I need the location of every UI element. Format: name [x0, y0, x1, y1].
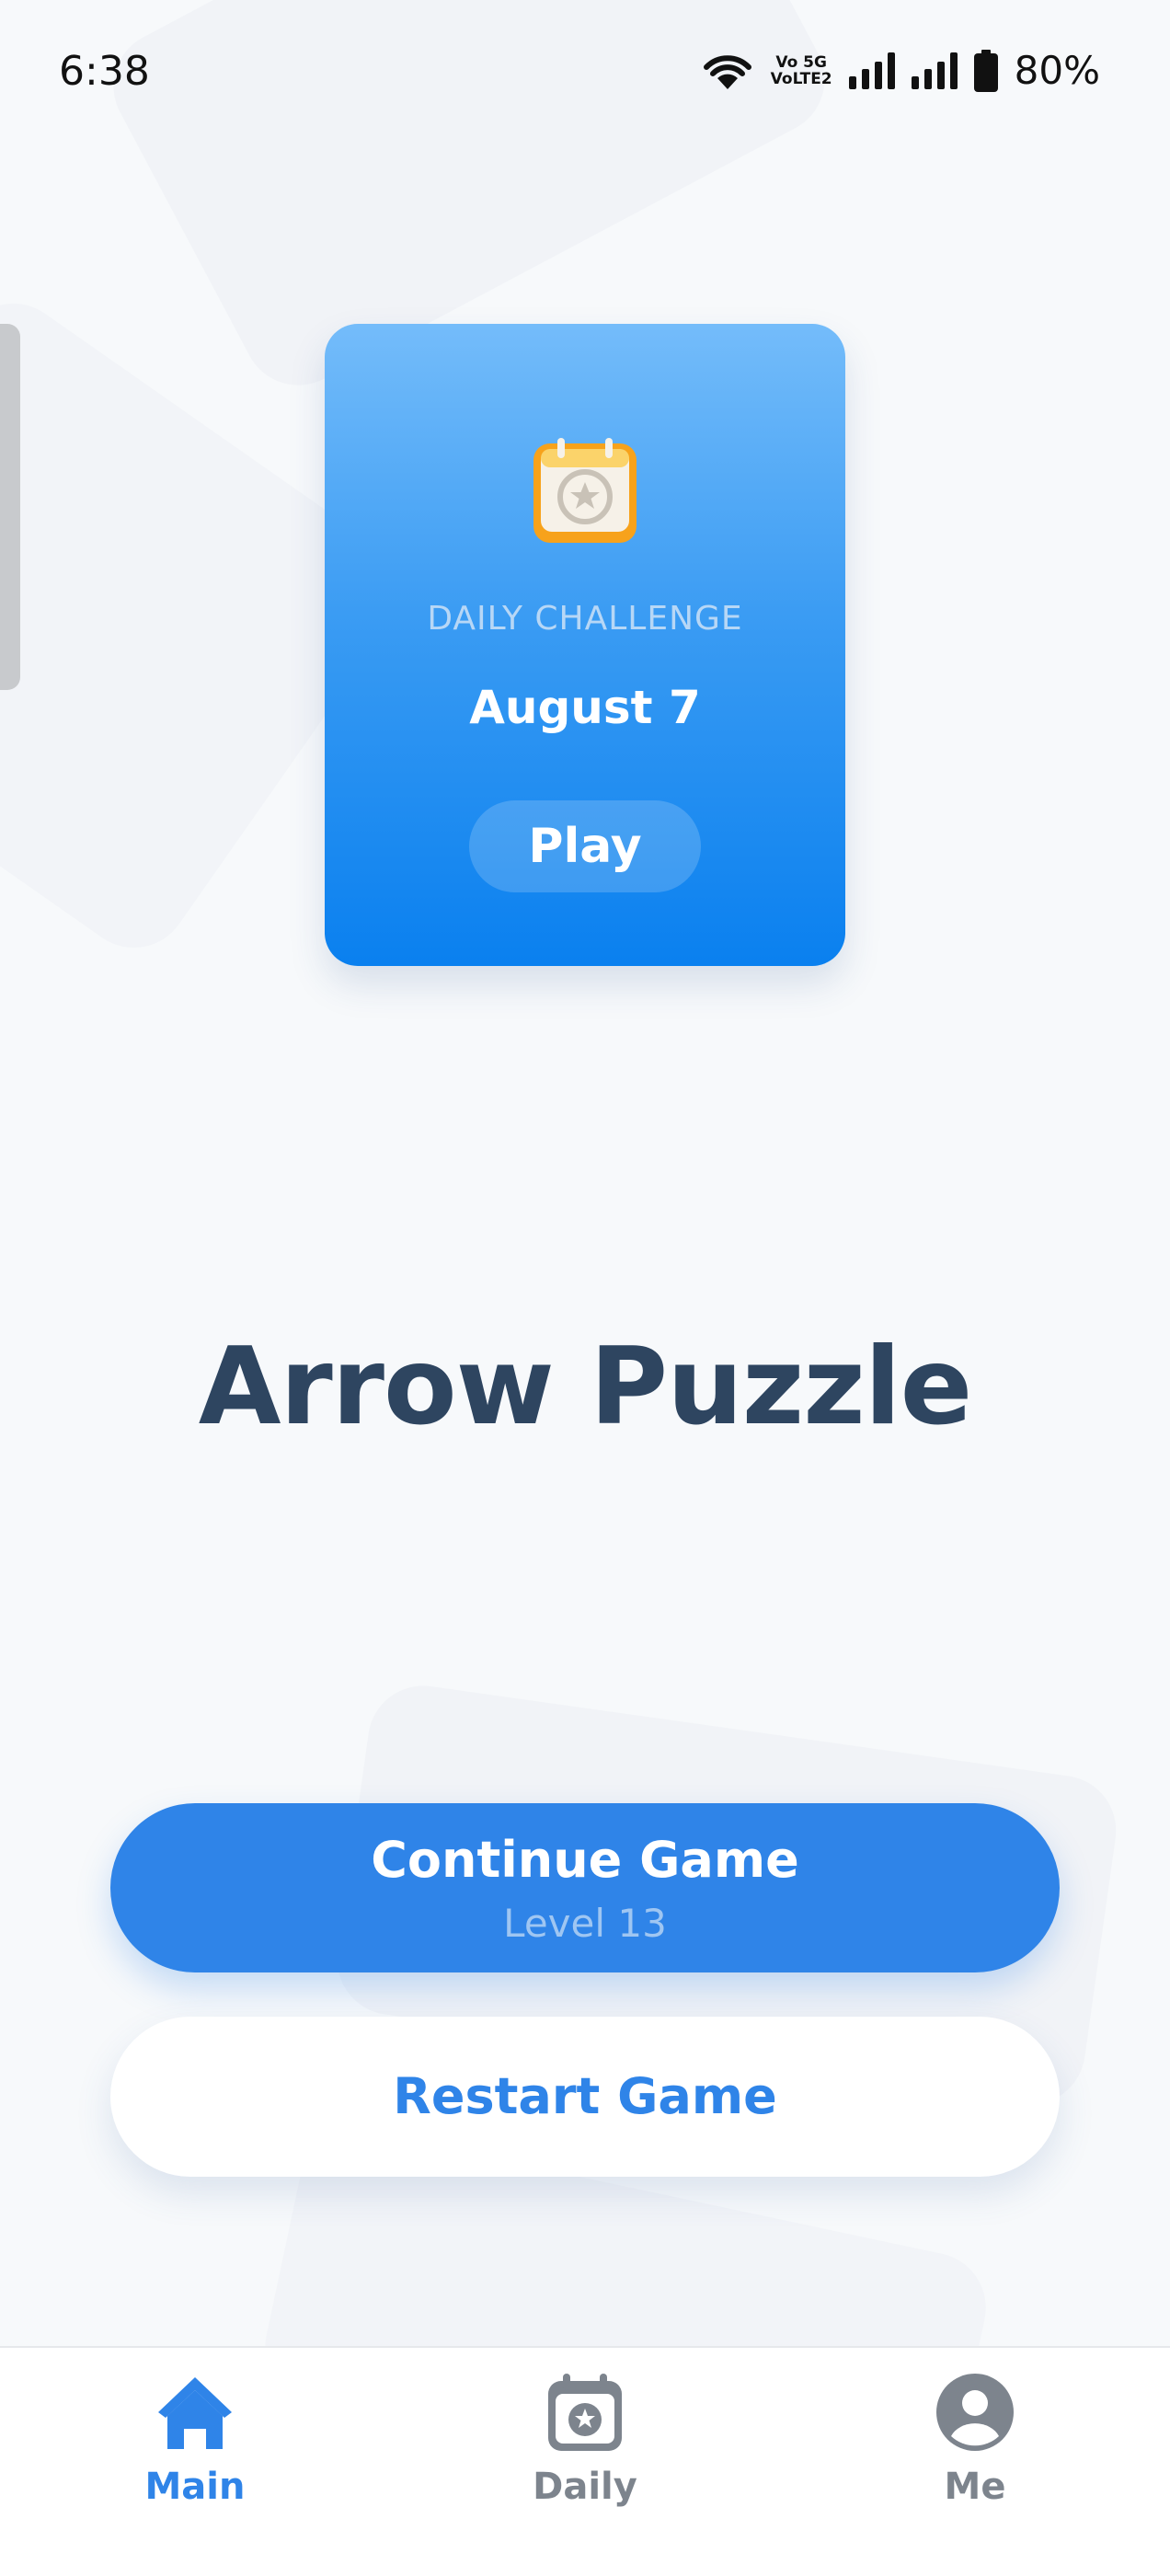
calendar-star-icon: [533, 438, 637, 543]
status-icons: Vo 5G VoLTE2 80%: [701, 48, 1100, 93]
daily-play-button[interactable]: Play: [469, 800, 701, 892]
continue-game-level: Level 13: [503, 1901, 667, 1946]
restart-game-button[interactable]: Restart Game: [110, 2017, 1060, 2177]
nav-item-daily[interactable]: Daily: [447, 2348, 723, 2576]
battery-percent: 80%: [1014, 48, 1100, 93]
signal-icon: [848, 52, 895, 89]
continue-game-label: Continue Game: [371, 1831, 799, 1889]
nav-label-daily: Daily: [533, 2466, 637, 2508]
home-icon: [158, 2377, 232, 2449]
status-time: 6:38: [59, 48, 150, 95]
daily-challenge-card[interactable]: DAILY CHALLENGE August 7 Play: [325, 324, 845, 966]
user-icon: [936, 2374, 1014, 2451]
side-panel-handle[interactable]: [0, 324, 20, 690]
nav-label-main: Main: [144, 2466, 246, 2508]
nav-item-me[interactable]: Me: [837, 2348, 1113, 2576]
calendar-star-icon: [548, 2374, 622, 2451]
status-bar: 6:38 Vo 5G VoLTE2 80%: [0, 0, 1170, 147]
daily-challenge-date: August 7: [469, 681, 701, 734]
signal-icon: [911, 52, 958, 89]
volte-indicator: Vo 5G VoLTE2: [770, 52, 832, 88]
nav-label-me: Me: [944, 2466, 1006, 2508]
nav-item-main[interactable]: Main: [57, 2348, 333, 2576]
continue-game-button[interactable]: Continue Game Level 13: [110, 1803, 1060, 1972]
wifi-icon: [703, 54, 751, 89]
bottom-nav: Main Daily Me: [0, 2346, 1170, 2576]
daily-challenge-label: DAILY CHALLENGE: [427, 600, 743, 638]
battery-icon: [973, 49, 998, 92]
page-title: Arrow Puzzle: [198, 1325, 973, 1449]
